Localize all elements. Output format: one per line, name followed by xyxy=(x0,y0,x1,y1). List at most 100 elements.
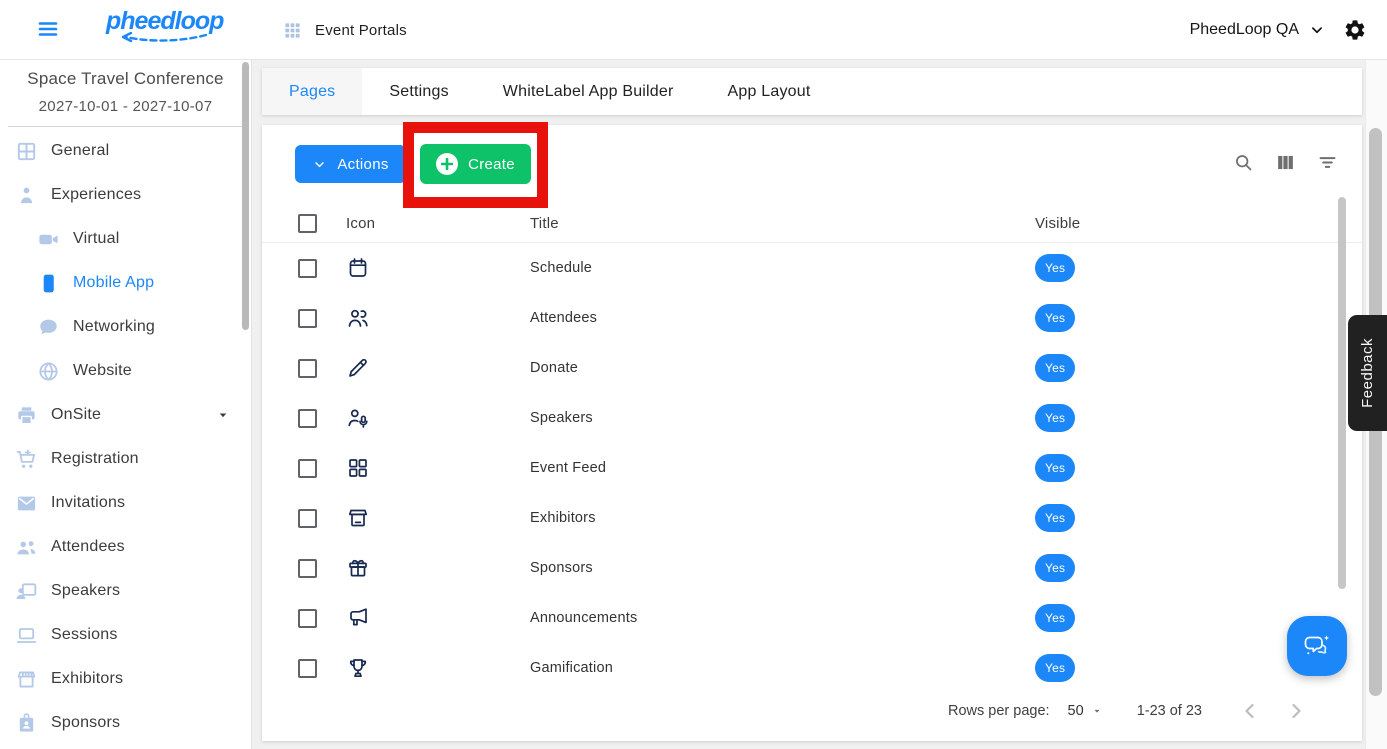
previous-page-button[interactable] xyxy=(1238,699,1262,723)
logo-text: pheedloop xyxy=(106,7,224,35)
megaphone-icon xyxy=(346,606,370,630)
sidebar-item-exhibitors[interactable]: Exhibitors xyxy=(0,657,251,701)
tab-app-layout[interactable]: App Layout xyxy=(701,68,838,115)
sidebar-item-sessions[interactable]: Sessions xyxy=(0,613,251,657)
table-row[interactable]: Exhibitors Yes xyxy=(262,493,1362,543)
table-row[interactable]: Donate Yes xyxy=(262,343,1362,393)
visible-badge[interactable]: Yes xyxy=(1035,254,1076,282)
row-checkbox[interactable] xyxy=(298,558,317,578)
person-icon xyxy=(15,184,38,207)
row-checkbox[interactable] xyxy=(298,608,317,628)
sidebar-item-networking[interactable]: Networking xyxy=(0,305,251,349)
row-title: Speakers xyxy=(530,410,593,426)
table-row[interactable]: Sponsors Yes xyxy=(262,543,1362,593)
account-menu[interactable]: PheedLoop QA xyxy=(1190,0,1367,60)
row-checkbox[interactable] xyxy=(298,508,317,528)
create-button[interactable]: Create xyxy=(420,144,531,184)
row-checkbox[interactable] xyxy=(298,258,317,278)
calendar-icon xyxy=(346,256,370,280)
two-people-icon xyxy=(346,306,370,330)
sidebar-item-registration[interactable]: Registration xyxy=(0,437,251,481)
table-row[interactable]: Schedule Yes xyxy=(262,243,1362,293)
table-row[interactable]: Announcements Yes xyxy=(262,593,1362,643)
tabs-bar: Pages Settings WhiteLabel App Builder Ap… xyxy=(262,68,1362,115)
filter-icon[interactable] xyxy=(1317,152,1338,173)
row-checkbox[interactable] xyxy=(298,408,317,428)
sidebar-nav: General Experiences Virtual Mobile App N… xyxy=(0,129,251,745)
trophy-icon xyxy=(346,656,370,680)
sidebar-item-website[interactable]: Website xyxy=(0,349,251,393)
row-title: Announcements xyxy=(530,610,638,626)
visible-badge[interactable]: Yes xyxy=(1035,454,1076,482)
sidebar-item-speakers[interactable]: Speakers xyxy=(0,569,251,613)
gear-icon[interactable] xyxy=(1343,18,1367,42)
caret-down-icon xyxy=(215,407,231,423)
sidebar-item-experiences[interactable]: Experiences xyxy=(0,173,251,217)
column-header-title: Title xyxy=(530,215,559,232)
sidebar-item-attendees[interactable]: Attendees xyxy=(0,525,251,569)
gift-icon xyxy=(346,556,370,580)
feedback-tab[interactable]: Feedback xyxy=(1348,315,1387,431)
row-title: Attendees xyxy=(530,310,598,326)
visible-badge[interactable]: Yes xyxy=(1035,554,1076,582)
id-badge-icon xyxy=(15,712,38,735)
search-icon[interactable] xyxy=(1233,152,1254,173)
sidebar-item-mobile-app[interactable]: Mobile App xyxy=(0,261,251,305)
apps-grid-icon xyxy=(283,21,302,40)
select-all-checkbox[interactable] xyxy=(298,214,317,233)
visible-badge[interactable]: Yes xyxy=(1035,404,1076,432)
table-scrollbar[interactable] xyxy=(1338,197,1346,589)
visible-badge[interactable]: Yes xyxy=(1035,504,1076,532)
four-squares-icon xyxy=(346,456,370,480)
actions-button[interactable]: Actions xyxy=(295,145,406,183)
tab-settings[interactable]: Settings xyxy=(362,68,475,115)
chat-button[interactable] xyxy=(1287,616,1347,676)
visible-badge[interactable]: Yes xyxy=(1035,354,1076,382)
sidebar-item-virtual[interactable]: Virtual xyxy=(0,217,251,261)
event-name: Space Travel Conference xyxy=(27,69,224,88)
video-camera-icon xyxy=(37,228,60,251)
sidebar-item-general[interactable]: General xyxy=(0,129,251,173)
top-header: pheedloop Event Portals PheedLoop QA xyxy=(0,0,1387,60)
chat-bubbles-icon xyxy=(1299,628,1335,664)
rows-per-page-label: Rows per page: xyxy=(947,703,1050,719)
market-stall-icon xyxy=(346,506,370,530)
tab-whitelabel-app-builder[interactable]: WhiteLabel App Builder xyxy=(476,68,701,115)
row-checkbox[interactable] xyxy=(298,458,317,478)
table-header-row: Icon Title Visible xyxy=(262,205,1362,243)
chat-bubble-icon xyxy=(37,316,60,339)
pagination-range: 1-23 of 23 xyxy=(1136,703,1202,719)
visible-badge[interactable]: Yes xyxy=(1035,604,1076,632)
pheedloop-logo[interactable]: pheedloop xyxy=(106,7,224,43)
printer-icon xyxy=(15,404,38,427)
menu-button[interactable] xyxy=(30,12,66,48)
sidebar-item-sponsors[interactable]: Sponsors xyxy=(0,701,251,745)
sidebar-scrollbar[interactable] xyxy=(242,62,249,330)
table-row[interactable]: Event Feed Yes xyxy=(262,443,1362,493)
table-row[interactable]: Attendees Yes xyxy=(262,293,1362,343)
column-header-icon: Icon xyxy=(346,215,376,232)
sidebar-item-invitations[interactable]: Invitations xyxy=(0,481,251,525)
row-title: Donate xyxy=(530,360,578,376)
sidebar-divider xyxy=(8,126,243,127)
rows-per-page-select[interactable]: 50 xyxy=(1068,703,1103,719)
row-checkbox[interactable] xyxy=(298,308,317,328)
chevron-down-icon xyxy=(1308,21,1326,39)
table-row[interactable]: Gamification Yes xyxy=(262,643,1362,693)
people-icon xyxy=(15,536,38,559)
row-title: Schedule xyxy=(530,260,593,276)
row-checkbox[interactable] xyxy=(298,658,317,678)
visible-badge[interactable]: Yes xyxy=(1035,654,1076,682)
presenter-icon xyxy=(15,580,38,603)
window-icon xyxy=(15,140,38,163)
visible-badge[interactable]: Yes xyxy=(1035,304,1076,332)
sidebar-item-onsite[interactable]: OnSite xyxy=(0,393,251,437)
shopping-cart-icon xyxy=(15,448,38,471)
next-page-button[interactable] xyxy=(1284,699,1308,723)
table-row[interactable]: Speakers Yes xyxy=(262,393,1362,443)
columns-icon[interactable] xyxy=(1275,152,1296,173)
row-checkbox[interactable] xyxy=(298,358,317,378)
row-title: Exhibitors xyxy=(530,510,596,526)
tab-pages[interactable]: Pages xyxy=(262,68,363,115)
row-title: Event Feed xyxy=(530,460,607,476)
